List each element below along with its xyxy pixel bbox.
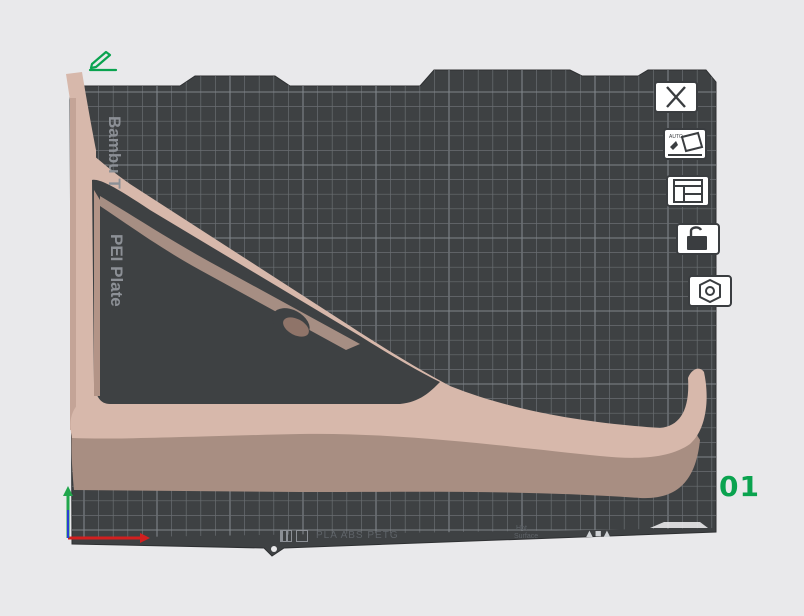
hot-surface-line1: Hot: [516, 525, 527, 532]
bottom-strip: PLA ABS PETG Hot Surface ▲■▲: [278, 525, 612, 544]
grid-icon: [280, 530, 292, 542]
plate-icon: [296, 530, 308, 542]
trash-icon: ▲■▲: [584, 528, 613, 540]
plate-type-label: PEI Plate: [107, 234, 126, 307]
hexagon-nut-icon: [688, 275, 732, 307]
materials-text: PLA ABS PETG: [316, 530, 399, 541]
auto-orient-icon: AUTO: [663, 128, 707, 160]
close-plate-button[interactable]: [653, 80, 699, 114]
plate-pin: [271, 546, 277, 552]
arrange-button[interactable]: [665, 174, 711, 208]
x-icon: [654, 81, 698, 113]
plate-number: 01: [719, 470, 760, 503]
layout-icon: [666, 175, 710, 207]
edit-plate-name-icon[interactable]: [88, 48, 120, 72]
plate-settings-button[interactable]: [687, 274, 733, 308]
unlock-icon: [676, 223, 720, 255]
lock-plate-button[interactable]: [675, 222, 721, 256]
hot-surface-line2: Surface: [514, 533, 539, 540]
svg-text:AUTO: AUTO: [669, 134, 683, 140]
plate-brand-label: Bambu T: [105, 116, 124, 189]
auto-arrange-button[interactable]: AUTO: [662, 127, 708, 161]
